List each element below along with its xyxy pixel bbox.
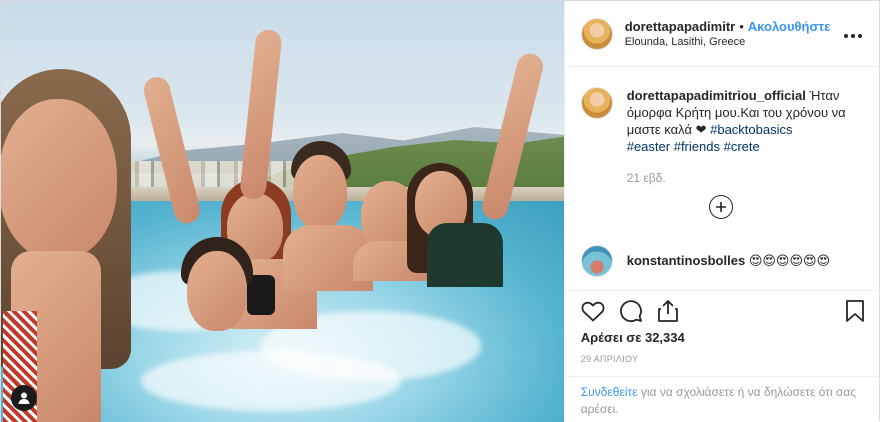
commenter-avatar[interactable] (580, 245, 613, 277)
heart-icon[interactable] (581, 300, 605, 322)
more-options-icon[interactable] (839, 23, 863, 44)
action-icons (581, 295, 865, 327)
author-info: dorettapapadimitr • Ακολουθήστε Elounda,… (625, 19, 839, 48)
author-username[interactable]: dorettapapadimitr (625, 19, 736, 34)
caption-username[interactable]: dorettapapadimitriou_official (627, 88, 806, 103)
post-age[interactable]: 21 εβδ. (627, 171, 863, 185)
hashtag-link[interactable]: #easter (627, 139, 670, 154)
hashtag-link[interactable]: #crete (724, 139, 760, 154)
post-sidebar: dorettapapadimitr • Ακολουθήστε Elounda,… (563, 1, 880, 422)
instagram-post: dorettapapadimitr • Ακολουθήστε Elounda,… (0, 0, 880, 422)
follow-button[interactable]: Ακολουθήστε (748, 19, 831, 34)
person-brunette-woman (405, 163, 515, 293)
separator-dot: • (739, 19, 744, 34)
comments-section: dorettapapadimitriou_official Ήταν όμορφ… (565, 67, 879, 289)
bookmark-icon[interactable] (845, 299, 865, 323)
post-location[interactable]: Elounda, Lasithi, Greece (625, 36, 839, 48)
hashtag-link[interactable]: #friends (674, 139, 720, 154)
add-circle-icon[interactable] (708, 195, 733, 219)
post-actions: Αρέσει σε 32,334 29 ΑΠΡΙΛΙΟΥ (564, 290, 880, 376)
tagged-user-icon[interactable] (11, 385, 37, 411)
hashtag-link[interactable]: #backtobasics (710, 122, 792, 137)
caption: dorettapapadimitriou_official Ήταν όμορφ… (580, 87, 863, 155)
post-header: dorettapapadimitr • Ακολουθήστε Elounda,… (564, 1, 879, 67)
commenter-username[interactable]: konstantinosbolles (627, 253, 745, 268)
login-prompt: Συνδεθείτε για να σχολιάσετε ή να δηλώσε… (564, 376, 880, 422)
login-link[interactable]: Συνδεθείτε (581, 385, 638, 399)
post-date[interactable]: 29 ΑΠΡΙΛΙΟΥ (581, 354, 865, 364)
person-selfie-woman (1, 61, 141, 422)
author-avatar[interactable] (580, 17, 613, 50)
person-young-man (177, 237, 267, 347)
comment-bubble-icon[interactable] (619, 299, 643, 323)
caption-avatar[interactable] (580, 87, 613, 119)
comment-text: 😍😍😍😍😍😍 (748, 253, 831, 268)
likes-count[interactable]: Αρέσει σε 32,334 (581, 330, 865, 345)
comment-item: konstantinosbolles 😍😍😍😍😍😍 (580, 245, 831, 277)
share-icon[interactable] (657, 299, 679, 323)
caption-text: dorettapapadimitriou_official Ήταν όμορφ… (627, 87, 863, 155)
post-photo[interactable] (1, 1, 564, 422)
